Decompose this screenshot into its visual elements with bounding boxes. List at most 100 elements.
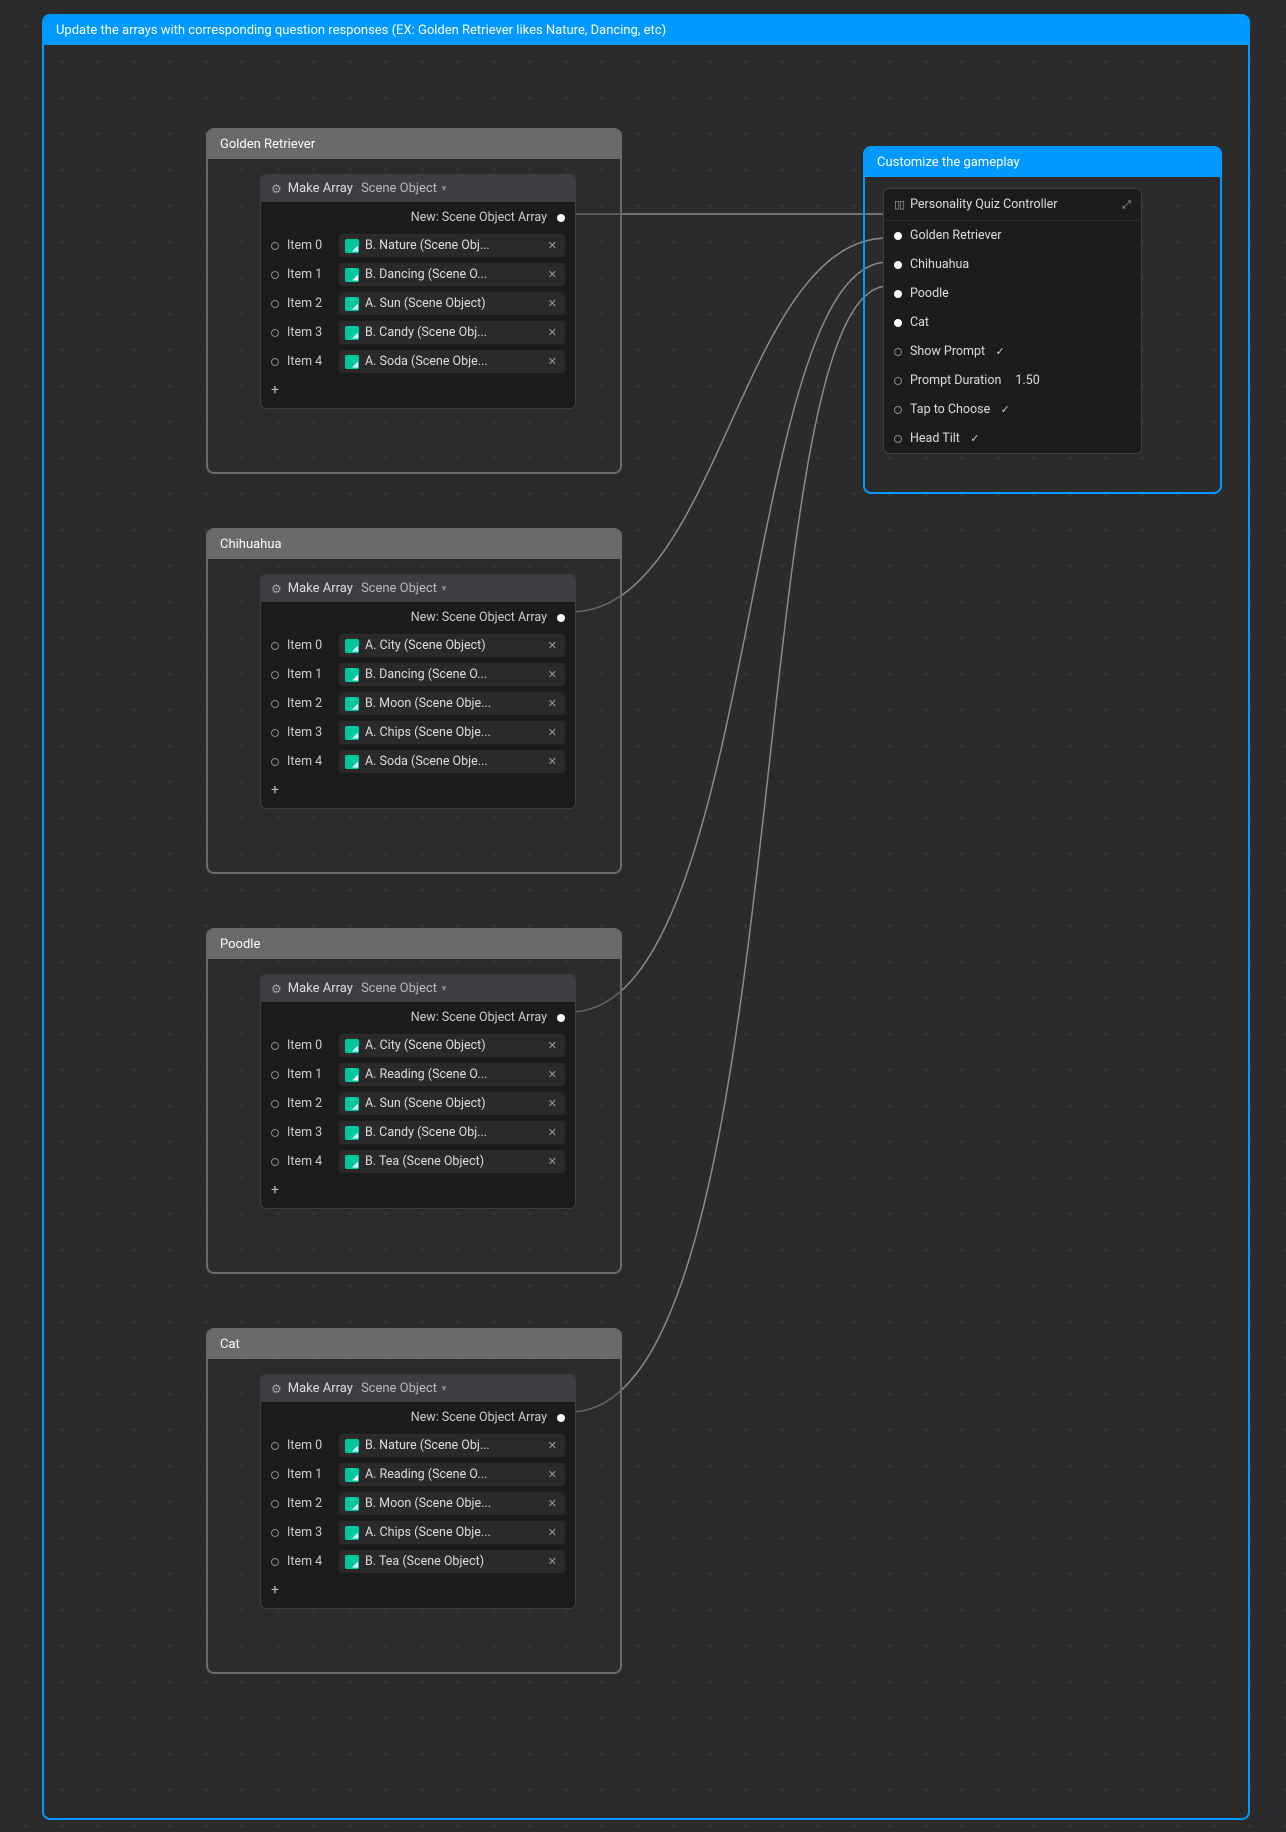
show-prompt-row[interactable]: Show Prompt ✓: [884, 337, 1141, 366]
type-dropdown[interactable]: Scene Object▼: [361, 1381, 448, 1396]
item-value-field[interactable]: A. Soda (Scene Obje...✕: [339, 350, 565, 373]
output-port[interactable]: [557, 614, 565, 622]
array-item-row[interactable]: Item 1B. Dancing (Scene O...✕: [261, 260, 575, 289]
controller-node-header[interactable]: ▯▯ Personality Quiz Controller ⤢: [884, 189, 1141, 221]
input-port[interactable]: [894, 348, 902, 356]
array-item-row[interactable]: Item 4A. Soda (Scene Obje...✕: [261, 747, 575, 776]
clear-icon[interactable]: ✕: [546, 1555, 559, 1568]
clear-icon[interactable]: ✕: [546, 297, 559, 310]
gear-icon[interactable]: ⚙: [271, 582, 282, 596]
group-panel[interactable]: Poodle⚙Make ArrayScene Object▼New: Scene…: [206, 928, 622, 1274]
output-port[interactable]: [557, 1014, 565, 1022]
add-item-button[interactable]: +: [261, 1176, 575, 1208]
item-value-field[interactable]: A. Reading (Scene O...✕: [339, 1463, 565, 1486]
controller-input-row[interactable]: Poodle: [884, 279, 1141, 308]
item-value-field[interactable]: B. Tea (Scene Object)✕: [339, 1150, 565, 1173]
array-item-row[interactable]: Item 1A. Reading (Scene O...✕: [261, 1060, 575, 1089]
input-port[interactable]: [271, 1042, 279, 1050]
make-array-node[interactable]: ⚙Make ArrayScene Object▼New: Scene Objec…: [260, 1374, 576, 1609]
array-item-row[interactable]: Item 4B. Tea (Scene Object)✕: [261, 1547, 575, 1576]
input-port[interactable]: [271, 1500, 279, 1508]
clear-icon[interactable]: ✕: [546, 1497, 559, 1510]
group-panel[interactable]: Golden Retriever⚙Make ArrayScene Object▼…: [206, 128, 622, 474]
input-port[interactable]: [271, 642, 279, 650]
input-port[interactable]: [894, 290, 902, 298]
input-port[interactable]: [894, 261, 902, 269]
clear-icon[interactable]: ✕: [546, 755, 559, 768]
input-port[interactable]: [271, 300, 279, 308]
gear-icon[interactable]: ⚙: [271, 182, 282, 196]
checkbox-checked-icon[interactable]: ✓: [998, 403, 1012, 417]
clear-icon[interactable]: ✕: [546, 1526, 559, 1539]
item-value-field[interactable]: B. Candy (Scene Obj...✕: [339, 321, 565, 344]
clear-icon[interactable]: ✕: [546, 1468, 559, 1481]
tap-to-choose-row[interactable]: Tap to Choose ✓: [884, 395, 1141, 424]
input-port[interactable]: [271, 700, 279, 708]
input-port[interactable]: [271, 1100, 279, 1108]
item-value-field[interactable]: B. Candy (Scene Obj...✕: [339, 1121, 565, 1144]
expand-icon[interactable]: ⤢: [1122, 198, 1131, 212]
item-value-field[interactable]: A. Soda (Scene Obje...✕: [339, 750, 565, 773]
prompt-duration-value[interactable]: 1.50: [1015, 373, 1039, 388]
item-value-field[interactable]: B. Moon (Scene Obje...✕: [339, 1492, 565, 1515]
make-array-node[interactable]: ⚙Make ArrayScene Object▼New: Scene Objec…: [260, 974, 576, 1209]
input-port[interactable]: [894, 319, 902, 327]
clear-icon[interactable]: ✕: [546, 639, 559, 652]
checkbox-checked-icon[interactable]: ✓: [968, 432, 982, 446]
add-item-button[interactable]: +: [261, 376, 575, 408]
input-port[interactable]: [894, 232, 902, 240]
array-item-row[interactable]: Item 3A. Chips (Scene Obje...✕: [261, 718, 575, 747]
clear-icon[interactable]: ✕: [546, 268, 559, 281]
clear-icon[interactable]: ✕: [546, 668, 559, 681]
array-item-row[interactable]: Item 0A. City (Scene Object)✕: [261, 631, 575, 660]
gear-icon[interactable]: ⚙: [271, 982, 282, 996]
array-item-row[interactable]: Item 3A. Chips (Scene Obje...✕: [261, 1518, 575, 1547]
checkbox-checked-icon[interactable]: ✓: [993, 345, 1007, 359]
array-item-row[interactable]: Item 1A. Reading (Scene O...✕: [261, 1460, 575, 1489]
add-item-button[interactable]: +: [261, 776, 575, 808]
controller-input-row[interactable]: Golden Retriever: [884, 221, 1141, 250]
input-port[interactable]: [271, 1442, 279, 1450]
clear-icon[interactable]: ✕: [546, 355, 559, 368]
group-panel[interactable]: Cat⚙Make ArrayScene Object▼New: Scene Ob…: [206, 1328, 622, 1674]
array-item-row[interactable]: Item 0B. Nature (Scene Obj...✕: [261, 1431, 575, 1460]
array-item-row[interactable]: Item 0B. Nature (Scene Obj...✕: [261, 231, 575, 260]
input-port[interactable]: [271, 1158, 279, 1166]
controller-input-row[interactable]: Cat: [884, 308, 1141, 337]
item-value-field[interactable]: A. City (Scene Object)✕: [339, 634, 565, 657]
item-value-field[interactable]: B. Nature (Scene Obj...✕: [339, 1434, 565, 1457]
array-item-row[interactable]: Item 2A. Sun (Scene Object)✕: [261, 1089, 575, 1118]
input-port[interactable]: [271, 329, 279, 337]
item-value-field[interactable]: B. Nature (Scene Obj...✕: [339, 234, 565, 257]
output-port[interactable]: [557, 1414, 565, 1422]
prompt-duration-row[interactable]: Prompt Duration 1.50: [884, 366, 1141, 395]
make-array-node[interactable]: ⚙Make ArrayScene Object▼New: Scene Objec…: [260, 574, 576, 809]
node-header[interactable]: ⚙Make ArrayScene Object▼: [261, 975, 575, 1002]
clear-icon[interactable]: ✕: [546, 1439, 559, 1452]
controller-node[interactable]: ▯▯ Personality Quiz Controller ⤢ Golden …: [883, 188, 1142, 454]
array-item-row[interactable]: Item 3B. Candy (Scene Obj...✕: [261, 318, 575, 347]
input-port[interactable]: [271, 671, 279, 679]
array-item-row[interactable]: Item 2A. Sun (Scene Object)✕: [261, 289, 575, 318]
head-tilt-row[interactable]: Head Tilt ✓: [884, 424, 1141, 453]
clear-icon[interactable]: ✕: [546, 1068, 559, 1081]
node-header[interactable]: ⚙Make ArrayScene Object▼: [261, 1375, 575, 1402]
array-item-row[interactable]: Item 2B. Moon (Scene Obje...✕: [261, 689, 575, 718]
input-port[interactable]: [271, 358, 279, 366]
input-port[interactable]: [271, 1071, 279, 1079]
input-port[interactable]: [271, 1129, 279, 1137]
item-value-field[interactable]: B. Dancing (Scene O...✕: [339, 263, 565, 286]
input-port[interactable]: [271, 1471, 279, 1479]
clear-icon[interactable]: ✕: [546, 1155, 559, 1168]
clear-icon[interactable]: ✕: [546, 697, 559, 710]
item-value-field[interactable]: A. Chips (Scene Obje...✕: [339, 721, 565, 744]
node-header[interactable]: ⚙Make ArrayScene Object▼: [261, 575, 575, 602]
item-value-field[interactable]: A. Sun (Scene Object)✕: [339, 292, 565, 315]
item-value-field[interactable]: A. Chips (Scene Obje...✕: [339, 1521, 565, 1544]
item-value-field[interactable]: A. Reading (Scene O...✕: [339, 1063, 565, 1086]
clear-icon[interactable]: ✕: [546, 239, 559, 252]
array-item-row[interactable]: Item 2B. Moon (Scene Obje...✕: [261, 1489, 575, 1518]
array-item-row[interactable]: Item 1B. Dancing (Scene O...✕: [261, 660, 575, 689]
type-dropdown[interactable]: Scene Object▼: [361, 581, 448, 596]
type-dropdown[interactable]: Scene Object▼: [361, 981, 448, 996]
